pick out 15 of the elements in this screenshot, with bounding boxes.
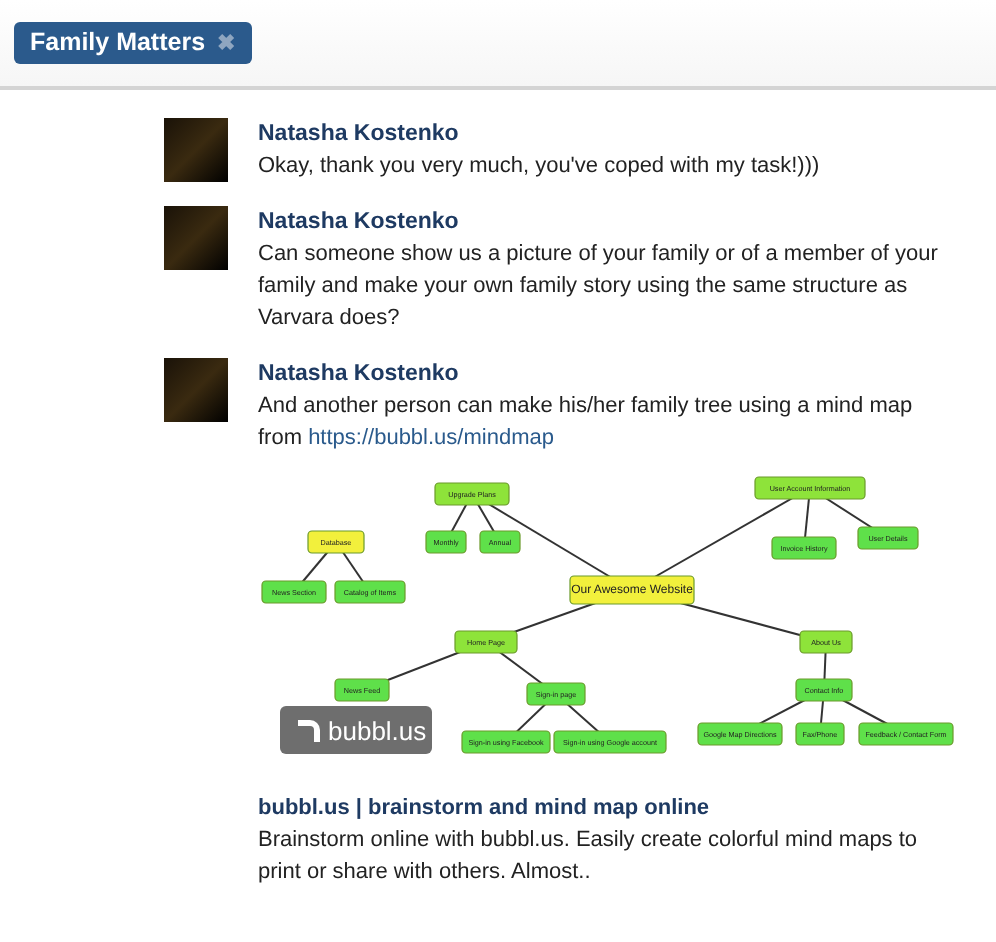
- author-name[interactable]: Natasha Kostenko: [258, 118, 962, 150]
- author-name[interactable]: Natasha Kostenko: [258, 206, 962, 238]
- conversation-tab[interactable]: Family Matters ✖: [14, 22, 252, 64]
- message-text: Can someone show us a picture of your family or of a member of your family and make your own family story using the same structure as Varvara does?: [258, 240, 940, 334]
- avatar-image: [164, 206, 228, 270]
- message-text: Okay, thank you very much, you've coped with my task!))): [258, 152, 822, 182]
- preview-title[interactable]: bubbl.us | brainstorm and mind map online: [258, 792, 962, 824]
- author-name[interactable]: Natasha Kostenko: [258, 358, 962, 390]
- preview-description: Brainstorm online with bubbl.us. Easily create colorful mind maps to print or share with others. Almost..: [258, 826, 920, 888]
- logo-badge: bubbl.us: [280, 706, 432, 754]
- avatar-image: [164, 358, 228, 422]
- avatar-image: [164, 118, 228, 182]
- message-link[interactable]: https://bubbl.us/mindmap: [308, 426, 554, 450]
- message-text: And another person can make his/her family tree using a mind map from https://bubbl.us/mindmap: [258, 392, 915, 454]
- arrow-icon: [298, 719, 320, 741]
